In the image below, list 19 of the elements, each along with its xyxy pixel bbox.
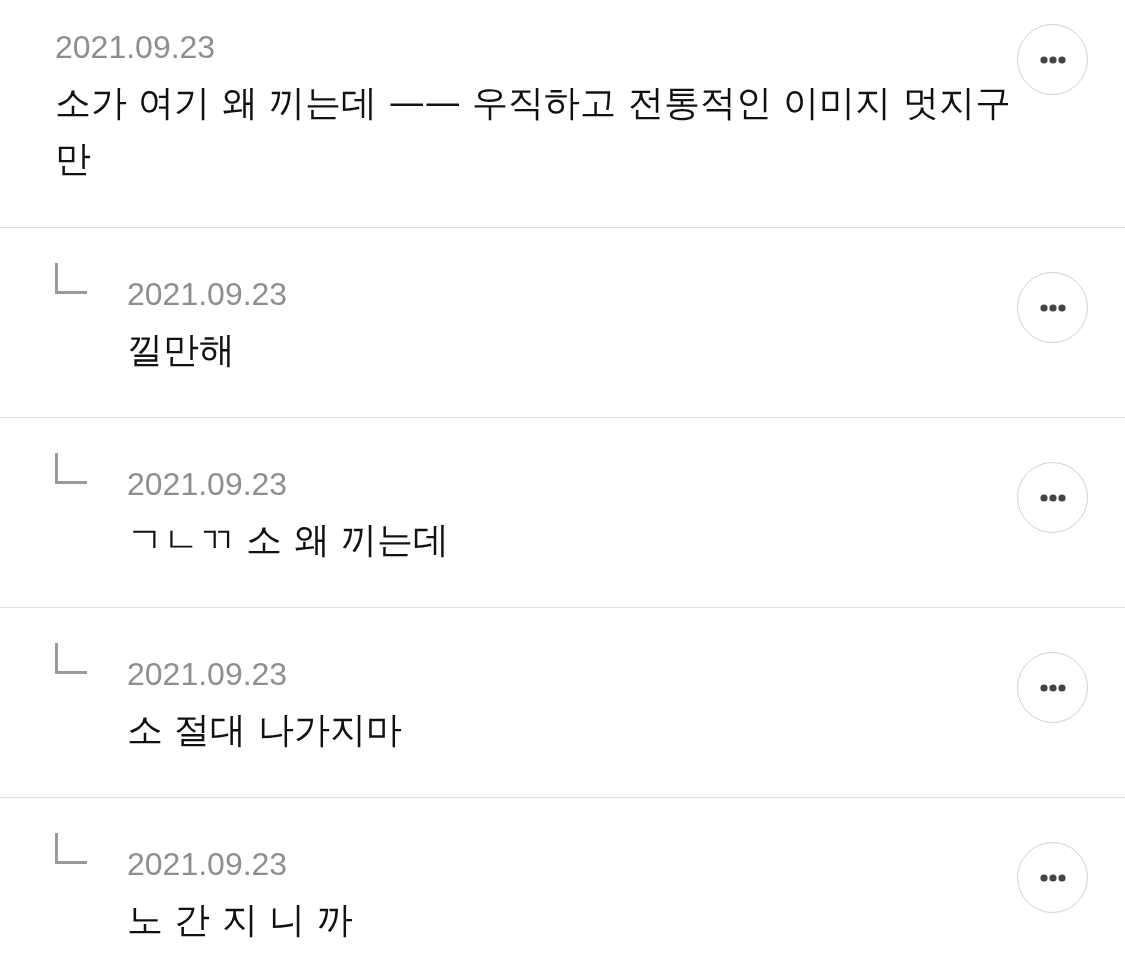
more-icon	[1039, 873, 1066, 882]
more-icon	[1039, 683, 1066, 692]
comment-text: 낄만해	[127, 328, 236, 372]
more-icon	[1039, 55, 1066, 64]
reply-indent-icon	[55, 643, 87, 674]
comment-text: 소 절대 나가지마	[127, 708, 403, 752]
reply-indent-icon	[55, 833, 87, 864]
more-icon	[1039, 303, 1066, 312]
reply-indent-icon	[55, 453, 87, 484]
comment-text: 소가 여기 왜 끼는데 —— 우직하고 전통적인 이미지 멋지구만	[55, 81, 1012, 181]
comment-text: 노 간 지 니 까	[127, 898, 354, 942]
more-icon	[1039, 493, 1066, 502]
reply-indent-icon	[55, 263, 87, 294]
comment-date: 2021.09.23	[127, 466, 288, 502]
comment-date: 2021.09.23	[127, 656, 288, 692]
comment-date: 2021.09.23	[55, 29, 216, 65]
comment-date: 2021.09.23	[127, 846, 288, 882]
comment-date: 2021.09.23	[127, 276, 288, 312]
comment-text: ㄱㄴㄲ 소 왜 끼는데	[127, 518, 451, 562]
